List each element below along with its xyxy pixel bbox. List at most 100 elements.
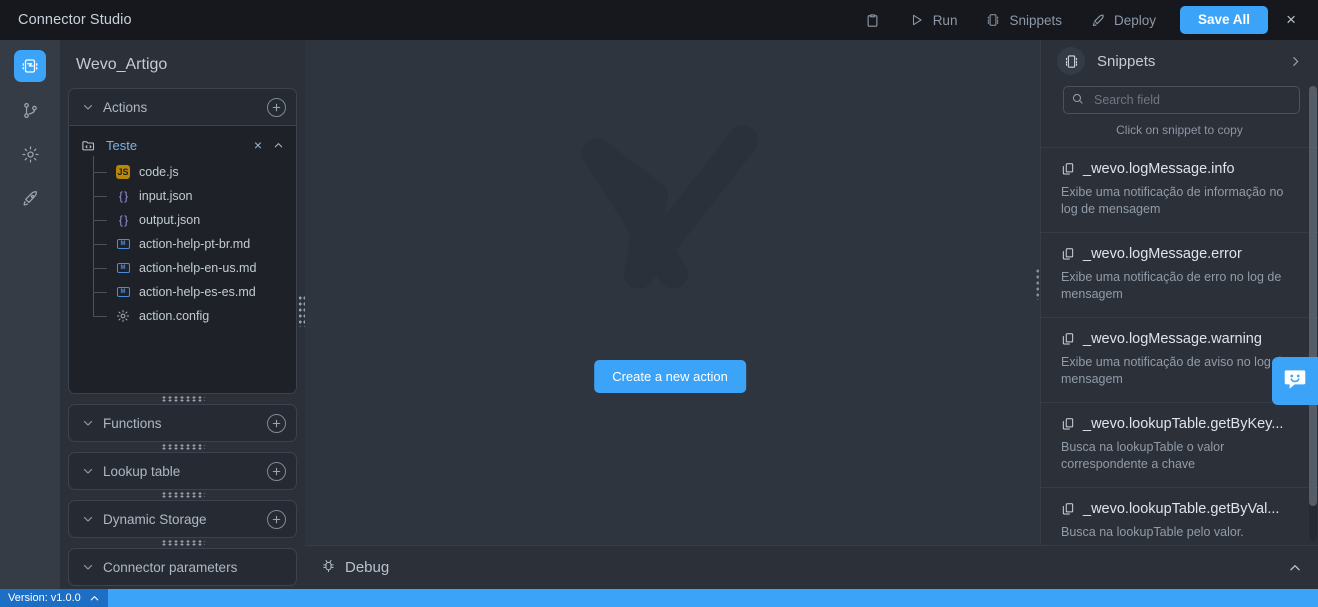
bug-icon: [321, 558, 336, 577]
resize-handle-dynamic-storage[interactable]: [68, 538, 297, 548]
rail-item-connector[interactable]: [14, 50, 46, 82]
section-dynamic-storage: Dynamic Storage: [68, 500, 297, 538]
tree-item-code-js[interactable]: JS code.js: [93, 160, 296, 184]
snippet-description: Busca na lookupTable o valor corresponde…: [1061, 440, 1225, 471]
section-actions-header[interactable]: Actions: [69, 89, 296, 125]
tree-item-label: action-help-pt-br.md: [139, 237, 251, 251]
tree-file-list: JS code.js { } input.json { } output.jso…: [69, 156, 296, 328]
wevo-w-logo: [565, 116, 775, 321]
section-lookup-table-header[interactable]: Lookup table: [69, 453, 296, 489]
save-all-button[interactable]: Save All: [1180, 6, 1269, 34]
tree-item-label: input.json: [139, 189, 193, 203]
tree-item-input-json[interactable]: { } input.json: [93, 184, 296, 208]
create-new-action-button[interactable]: Create a new action: [594, 360, 746, 393]
snippet-title: _wevo.logMessage.error: [1083, 246, 1242, 262]
debug-toggle[interactable]: Debug: [321, 558, 389, 577]
version-chip[interactable]: Version: v1.0.0: [0, 589, 108, 607]
left-panel: Wevo_Artigo Actions Teste × JS code.js {…: [60, 40, 305, 589]
snippets-panel: Snippets Click on snippet to copy _wevo.…: [1040, 40, 1318, 545]
snippets-panel-header: Snippets: [1041, 40, 1318, 82]
snippets-panel-title: Snippets: [1097, 52, 1156, 70]
tree-item-label: code.js: [139, 165, 179, 179]
chevron-up-icon[interactable]: [89, 593, 100, 604]
rocket-icon: [21, 189, 40, 208]
chevron-right-icon[interactable]: [1285, 55, 1306, 68]
tree-item-action-help-pt-br[interactable]: M action-help-pt-br.md: [93, 232, 296, 256]
clipboard-button[interactable]: [851, 0, 895, 40]
resize-handle-actions[interactable]: [68, 394, 297, 404]
deploy-label: Deploy: [1114, 12, 1157, 28]
gear-icon: [21, 145, 40, 164]
tree-item-output-json[interactable]: { } output.json: [93, 208, 296, 232]
tree-close-icon[interactable]: ×: [247, 137, 269, 153]
snippets-button[interactable]: Snippets: [971, 0, 1076, 40]
resize-handle-lookup[interactable]: [68, 490, 297, 500]
editor-canvas: Create a new action: [305, 40, 1035, 545]
section-connector-parameters-header[interactable]: Connector parameters: [69, 549, 296, 585]
add-action-button[interactable]: [267, 97, 286, 117]
snippet-name-row: _wevo.logMessage.info: [1061, 161, 1300, 177]
tree-item-action-help-es-es[interactable]: M action-help-es-es.md: [93, 280, 296, 304]
add-dynamic-storage-button[interactable]: [267, 509, 286, 529]
left-panel-body: Actions Teste × JS code.js {} input.jso…: [60, 88, 305, 586]
section-functions-header[interactable]: Functions: [69, 405, 296, 441]
snippets-hint: Click on snippet to copy: [1116, 123, 1243, 137]
snippet-title: _wevo.lookupTable.getByVal...: [1083, 501, 1280, 517]
play-icon: [909, 12, 925, 28]
snippets-scrollbar-thumb[interactable]: [1309, 86, 1317, 506]
connector-icon: [21, 57, 39, 75]
run-button[interactable]: Run: [895, 0, 972, 40]
resize-handle-functions[interactable]: [68, 442, 297, 452]
snippet-item[interactable]: _wevo.logMessage.error Exibe uma notific…: [1041, 232, 1318, 317]
title-bar-actions: Run Snippets Deploy Save All ×: [851, 0, 1318, 40]
add-function-button[interactable]: [267, 413, 286, 433]
chevron-down-icon: [81, 465, 95, 477]
snippet-description: Busca na lookupTable pelo valor.: [1061, 525, 1244, 539]
section-dynamic-storage-header[interactable]: Dynamic Storage: [69, 501, 296, 537]
js-file-icon: JS: [116, 165, 130, 179]
section-actions-label: Actions: [103, 99, 148, 115]
section-lookup-table-label: Lookup table: [103, 463, 181, 479]
tree-item-label: action.config: [139, 309, 210, 323]
left-icon-rail: [0, 40, 60, 589]
section-connector-parameters-label: Connector parameters: [103, 559, 238, 575]
tree-item-action-help-en-us[interactable]: M action-help-en-us.md: [93, 256, 296, 280]
snippet-name-row: _wevo.lookupTable.getByKey...: [1061, 416, 1300, 432]
tree-item-action-config[interactable]: action.config: [93, 304, 296, 328]
md-file-icon: M: [115, 260, 131, 276]
chat-support-button[interactable]: [1272, 357, 1318, 405]
project-title: Wevo_Artigo: [76, 56, 168, 73]
add-lookup-table-button[interactable]: [267, 461, 286, 481]
snippet-description: Exibe uma notificação de informação no l…: [1061, 185, 1284, 216]
tree-item-label: output.json: [139, 213, 201, 227]
snippets-icon: [985, 12, 1001, 28]
close-icon[interactable]: ×: [1274, 0, 1308, 40]
snippet-title: _wevo.logMessage.info: [1083, 161, 1235, 177]
snippet-item[interactable]: _wevo.lookupTable.getByKey... Busca na l…: [1041, 402, 1318, 487]
snippet-title: _wevo.lookupTable.getByKey...: [1083, 416, 1284, 432]
tree-item-label: action-help-en-us.md: [139, 261, 257, 275]
rail-item-git[interactable]: [14, 94, 46, 126]
search-input[interactable]: [1063, 86, 1300, 114]
section-lookup-table: Lookup table: [68, 452, 297, 490]
snippet-name-row: _wevo.logMessage.warning: [1061, 331, 1300, 347]
tree-item-label: action-help-es-es.md: [139, 285, 256, 299]
snippets-label: Snippets: [1009, 12, 1062, 28]
snippet-name-row: _wevo.lookupTable.getByVal...: [1061, 501, 1300, 517]
rail-item-deploy[interactable]: [14, 182, 46, 214]
clipboard-icon: [865, 12, 881, 28]
section-functions: Functions: [68, 404, 297, 442]
tree-collapse-icon[interactable]: [269, 140, 288, 151]
tree-root-teste[interactable]: Teste ×: [69, 130, 296, 160]
md-file-icon: M: [115, 284, 131, 300]
deploy-button[interactable]: Deploy: [1076, 0, 1170, 40]
gear-file-icon: [115, 308, 131, 324]
debug-expand-icon[interactable]: [1288, 561, 1302, 575]
git-branch-icon: [21, 101, 40, 120]
rail-item-settings[interactable]: [14, 138, 46, 170]
snippet-item[interactable]: _wevo.lookupTable.getByVal... Busca na l…: [1041, 487, 1318, 545]
snippets-icon: [1057, 47, 1085, 75]
chat-smiley-icon: [1282, 366, 1308, 397]
snippet-item[interactable]: _wevo.logMessage.info Exibe uma notifica…: [1041, 147, 1318, 232]
snippet-title: _wevo.logMessage.warning: [1083, 331, 1262, 347]
